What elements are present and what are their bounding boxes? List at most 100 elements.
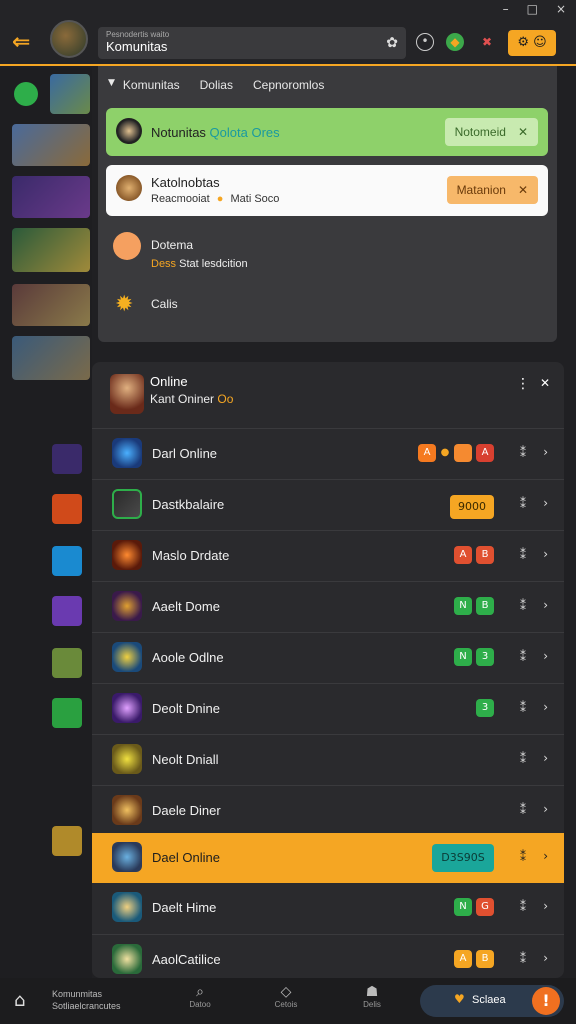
tab-cepnoromlos[interactable]: Cepnoromlos [253,78,324,92]
game-name: Daele Diner [152,803,221,818]
game-thumb[interactable] [52,698,82,728]
game-icon [112,540,142,570]
online-status-icon[interactable] [14,82,38,106]
chevron-right-icon[interactable]: › [543,700,548,714]
game-row[interactable]: Darl Online A ● A ⁑ › [92,428,564,479]
game-thumb[interactable] [52,494,82,524]
game-thumb[interactable] [52,596,82,626]
game-row[interactable]: Aaelt Dome N B ⁑ › [92,581,564,632]
game-badge: A [454,546,472,564]
game-thumb[interactable] [52,444,82,474]
game-badge: A [418,444,436,462]
drag-handle-icon[interactable]: ⁑ [520,701,526,715]
gift-icon[interactable]: ◆ [446,33,464,51]
notification-card[interactable]: Notunitas Qolota Ores Notomeid ✕ [106,108,548,156]
game-thumb[interactable] [12,176,90,218]
drag-handle-icon[interactable]: ⁑ [520,650,526,664]
notomeid-button[interactable]: Notomeid ✕ [444,118,538,146]
drag-handle-icon[interactable]: ⁑ [520,952,526,966]
chevron-right-icon[interactable]: › [543,849,548,863]
game-badge: A [476,444,494,462]
close-icon[interactable]: × [556,2,566,16]
top-bar: ⇐ Pesnodertis waito Komunitas ✿ • ◆ ✖ ⚙ … [0,0,576,66]
chevron-right-icon[interactable]: › [543,951,548,965]
game-row[interactable]: Maslo Drdate A B ⁑ › [92,530,564,581]
search-hint: Pesnodertis waito [106,30,170,39]
game-row[interactable]: Deolt Dnine 3 ⁑ › [92,683,564,734]
game-thumb[interactable] [52,546,82,576]
list-subtitle-line: Kant Oniner Oo [150,392,233,406]
card-subtitle2: Mati Soco [230,193,280,205]
game-row-selected[interactable]: Dael Online D3S90S ⁑ › [92,833,564,883]
tab-dolias[interactable]: Dolias [200,78,233,92]
drag-handle-icon[interactable]: ⁑ [520,900,526,914]
game-name: Aaelt Dome [152,599,220,614]
game-thumb[interactable] [52,648,82,678]
chevron-right-icon[interactable]: › [543,445,548,459]
search-input[interactable]: Pesnodertis waito Komunitas ✿ [98,27,406,59]
game-badge: B [476,950,494,968]
drag-handle-icon[interactable]: ⁑ [520,599,526,613]
game-badges: N B [454,597,494,615]
game-row[interactable]: Daelt Hime N G ⁑ › [92,883,564,934]
settings-toggle-button[interactable]: ⚙ ☺ [508,30,556,56]
close-icon[interactable]: ✕ [518,125,528,139]
back-arrow-icon[interactable]: ⇐ [12,30,30,55]
user-avatar[interactable] [50,20,88,58]
tab-komunitas[interactable]: Komunitas [123,78,180,92]
game-row[interactable]: Neolt Dniall ⁑ › [92,734,564,785]
chevron-right-icon[interactable]: › [543,547,548,561]
game-thumb[interactable] [52,826,82,856]
game-row[interactable]: Dastkbalaire 9000 ⁑ › [92,479,564,530]
sun-icon: ✹ [115,292,134,317]
matanion-button[interactable]: Matanion ✕ [446,176,538,204]
drag-handle-icon[interactable]: ⁑ [520,850,526,864]
maximize-icon[interactable]: □ [527,2,538,16]
game-thumb[interactable] [12,284,90,326]
game-thumb[interactable] [12,124,90,166]
drag-handle-icon[interactable]: ⁑ [520,497,526,511]
game-name: Deolt Dnine [152,701,220,716]
nav-search[interactable]: ⌕ Datoo [180,984,220,1009]
star-icon[interactable]: ✿ [386,35,398,51]
game-badge: B [476,597,494,615]
bottom-nav-subtitle: Sotliaelcrancutes [52,1001,121,1011]
profile-avatar[interactable] [110,374,144,414]
close-icon[interactable]: ✕ [518,183,528,197]
nav-friends[interactable]: ☗ Delis [352,984,392,1009]
nav-label: Cetois [274,1000,298,1009]
game-row[interactable]: Daele Diner ⁑ › [92,785,564,836]
alert-button[interactable]: ! [532,987,560,1015]
game-row[interactable]: Aoole Odlne N 3 ⁑ › [92,632,564,683]
chevron-right-icon[interactable]: › [543,496,548,510]
chevron-right-icon[interactable]: › [543,649,548,663]
tools-icon[interactable]: ✖ [478,33,496,51]
game-name: AaolCatilice [152,952,221,967]
game-thumb[interactable] [12,228,90,272]
game-sidebar [0,68,92,978]
game-badge: 3 [476,648,494,666]
pill-label: Sclaea [472,994,506,1006]
drag-handle-icon[interactable]: ⁑ [520,446,526,460]
drag-handle-icon[interactable]: ⁑ [520,752,526,766]
game-thumb[interactable] [12,336,90,380]
game-badge: 3 [476,699,494,717]
game-thumb[interactable] [50,74,90,114]
drag-handle-icon[interactable]: ⁑ [520,803,526,817]
clock-icon[interactable]: • [416,33,434,51]
drag-handle-icon[interactable]: ⁑ [520,548,526,562]
game-badges: N G [454,898,494,916]
invite-card[interactable]: Katolnobtas Reacmooiat ● Mati Soco Matan… [106,165,548,216]
chevron-right-icon[interactable]: › [543,598,548,612]
nav-map[interactable]: ◇ Cetois [266,984,306,1009]
close-icon[interactable]: ✕ [540,376,550,390]
action-pill[interactable]: ♥ Sclaea ! [420,985,564,1017]
more-vertical-icon[interactable]: ⋮ [516,376,530,392]
chevron-right-icon[interactable]: › [543,802,548,816]
game-row[interactable]: AaolCatilice A B ⁑ › [92,934,564,978]
chevron-right-icon[interactable]: › [543,899,548,913]
home-icon[interactable]: ⌂ [14,990,25,1011]
caret-down-icon: ▼ [108,78,115,88]
minimize-icon[interactable]: – [503,2,509,16]
chevron-right-icon[interactable]: › [543,751,548,765]
